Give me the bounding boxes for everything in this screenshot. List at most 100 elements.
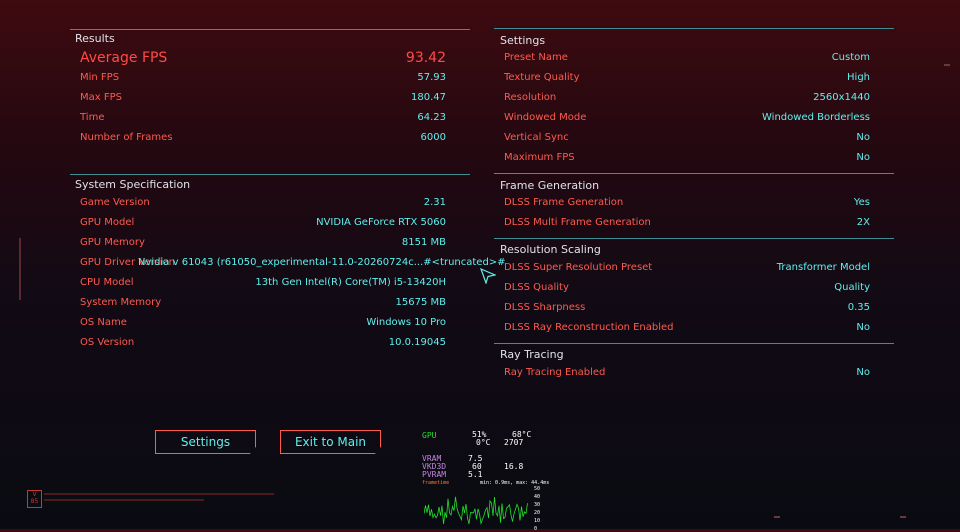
info-row: Max FPS 180.47 — [80, 88, 446, 108]
info-row: Texture Quality High — [504, 68, 870, 88]
info-row: DLSS Super Resolution Preset Transformer … — [504, 258, 870, 278]
cursor-icon — [480, 268, 496, 284]
info-row: DLSS Sharpness 0.35 — [504, 298, 870, 318]
system-separator — [70, 174, 470, 175]
info-row-label: Min FPS — [80, 72, 120, 83]
info-row-label: Resolution — [504, 92, 557, 103]
info-row: CPU Model 13th Gen Intel(R) Core(TM) i5-1… — [80, 273, 446, 293]
frame-generation-panel: Frame Generation DLSS Frame Generation Ye… — [494, 173, 894, 235]
info-row-value: 57.93 — [417, 72, 446, 83]
info-row-value: 8151 MB — [401, 237, 446, 248]
info-row: DLSS Ray Reconstruction Enabled No — [504, 318, 870, 338]
info-row: DLSS Frame Generation Yes — [504, 193, 870, 213]
info-row-value: High — [847, 72, 870, 83]
info-row-label: Ray Tracing Enabled — [504, 367, 606, 378]
ray-tracing-title: Ray Tracing — [500, 348, 564, 361]
info-row-value: No — [856, 132, 870, 143]
info-row-label: OS Name — [80, 317, 127, 328]
info-row: Number of Frames 6000 — [80, 128, 446, 148]
bottom-marker-1 — [774, 516, 780, 518]
average-fps-row: Average FPS 93.42 — [80, 48, 446, 68]
info-row-value: 180.47 — [411, 92, 446, 103]
side-scale-decoration — [19, 238, 21, 300]
right-edge-marker — [944, 64, 950, 66]
resolution-scaling-panel: Resolution Scaling DLSS Super Resolution… — [494, 238, 894, 343]
info-row-label: Max FPS — [80, 92, 122, 103]
info-row: Maximum FPS No — [504, 148, 870, 168]
info-row: System Memory 15675 MB — [80, 293, 446, 313]
info-row-label: GPU Model — [80, 217, 135, 228]
resolution-scaling-separator — [494, 238, 894, 239]
info-row: DLSS Multi Frame Generation 2X — [504, 213, 870, 233]
results-separator — [70, 29, 470, 30]
frametime-axis-tick: 30 — [534, 502, 541, 508]
performance-overlay: GPU 51% 68°C 0°C 2707 VRAM 7.5 VKD3D 60 … — [420, 426, 550, 532]
info-row-value: No — [856, 322, 870, 333]
info-row-value: 64.23 — [417, 112, 446, 123]
ray-tracing-panel: Ray Tracing Ray Tracing Enabled No — [494, 343, 894, 388]
info-row-label: Maximum FPS — [504, 152, 575, 163]
frametime-value: 16.8 — [504, 462, 524, 471]
results-panel: Results Average FPS 93.42 Min FPS 57.93 Ma… — [70, 28, 470, 168]
info-row-value: 6000 — [420, 132, 446, 143]
info-row-label: Game Version — [80, 197, 150, 208]
info-row-value: 15675 MB — [395, 297, 446, 308]
bottom-left-fine-print — [44, 493, 274, 495]
settings-button[interactable]: Settings — [155, 430, 256, 454]
info-row-label: Time — [80, 112, 105, 123]
info-row-label: Texture Quality — [504, 72, 580, 83]
info-row-label: DLSS Super Resolution Preset — [504, 262, 653, 273]
pvram-label: PVRAM — [422, 470, 447, 479]
bottom-marker-2 — [900, 516, 906, 518]
info-row-value: 2X — [856, 217, 870, 228]
info-row-label: DLSS Multi Frame Generation — [504, 217, 651, 228]
frametime-axis-tick: 20 — [534, 510, 541, 516]
info-row: Game Version 2.31 — [80, 193, 446, 213]
info-row-label: GPU Memory — [80, 237, 145, 248]
frametime-label: frametime — [422, 480, 450, 486]
info-row-value: Quality — [834, 282, 870, 293]
info-row-label: Preset Name — [504, 52, 568, 63]
info-row: Ray Tracing Enabled No — [504, 363, 870, 383]
info-row-value: Custom — [831, 52, 870, 63]
info-row-label: OS Version — [80, 337, 135, 348]
frametime-axis-tick: 0 — [534, 526, 538, 532]
info-row-label: DLSS Sharpness — [504, 302, 586, 313]
info-row-value: No — [856, 152, 870, 163]
frametime-graph — [424, 496, 528, 525]
exit-to-main-menu-button[interactable]: Exit to Main Menu — [280, 430, 381, 454]
info-row-value: 0.35 — [847, 302, 870, 313]
gpu-clock: 2707 — [504, 438, 524, 447]
frame-generation-title: Frame Generation — [500, 179, 600, 192]
info-row: GPU Model NVIDIA GeForce RTX 5060 — [80, 213, 446, 233]
info-row-label: System Memory — [80, 297, 162, 308]
frametime-axis-tick: 50 — [534, 486, 541, 492]
info-row-value: 10.0.19045 — [388, 337, 446, 348]
info-row-label: DLSS Quality — [504, 282, 569, 293]
frame-generation-separator — [494, 173, 894, 174]
frametime-axis-tick: 40 — [534, 494, 541, 500]
pvram-value: 5.1 — [468, 470, 483, 479]
frametime-axis-tick: 10 — [534, 518, 541, 524]
info-row-label: Vertical Sync — [504, 132, 569, 143]
ray-tracing-separator — [494, 343, 894, 344]
info-row-label: Windowed Mode — [504, 112, 587, 123]
settings-panel: Settings Preset Name Custom Texture Qualit… — [494, 28, 894, 168]
info-row-label: DLSS Frame Generation — [504, 197, 624, 208]
info-row-label: Number of Frames — [80, 132, 173, 143]
results-title: Results — [75, 32, 115, 45]
settings-separator — [494, 28, 894, 29]
info-row: GPU Driver Version Nvidia v 61043 (r61050… — [80, 253, 506, 273]
info-row-value: Nvidia v 61043 (r61050_experimental-11.0… — [138, 257, 506, 268]
info-row: Windowed Mode Windowed Borderless — [504, 108, 870, 128]
average-fps-label: Average FPS — [80, 50, 168, 66]
info-row: GPU Memory 8151 MB — [80, 233, 446, 253]
info-row-value: NVIDIA GeForce RTX 5060 — [316, 217, 446, 228]
info-row: DLSS Quality Quality — [504, 278, 870, 298]
info-row-label: DLSS Ray Reconstruction Enabled — [504, 322, 674, 333]
info-row-value: No — [856, 367, 870, 378]
info-row-value: Windowed Borderless — [762, 112, 870, 123]
gpu-temp-secondary: 0°C — [476, 438, 491, 447]
info-row-label: CPU Model — [80, 277, 134, 288]
resolution-scaling-title: Resolution Scaling — [500, 243, 601, 256]
